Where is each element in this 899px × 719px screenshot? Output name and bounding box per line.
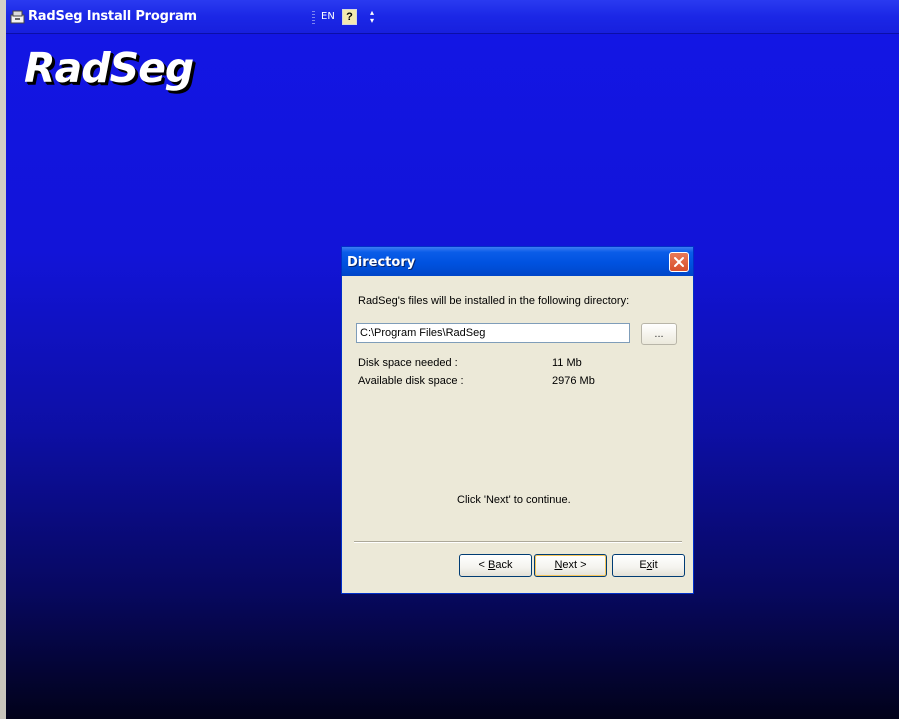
window-edge [0,0,6,719]
install-message: RadSeg's files will be installed in the … [358,295,630,307]
dialog-title: Directory [347,255,416,270]
dialog-titlebar[interactable]: Directory [342,247,693,276]
exit-button-label: it [652,559,658,571]
exit-button[interactable]: Exit [612,554,685,577]
drag-handle[interactable] [312,11,315,24]
close-icon [674,257,684,267]
disk-space-needed-label: Disk space needed : [358,357,458,369]
language-code[interactable]: EN [321,11,335,22]
divider [354,541,682,543]
help-icon[interactable]: ? [342,9,357,25]
continue-message: Click 'Next' to continue. [457,494,571,506]
available-disk-space-value: 2976 Mb [552,375,595,387]
options-arrow-icon[interactable]: ▴ ▾ [370,9,376,25]
next-button[interactable]: Next > [534,554,607,577]
language-bar[interactable]: EN ? ▴ ▾ [312,8,382,26]
app-logo: RadSeg [24,44,194,92]
app-title: RadSeg Install Program [28,9,197,24]
directory-dialog: Directory RadSeg's files will be install… [341,246,694,594]
back-button[interactable]: < Back [459,554,532,577]
next-button-label: ext > [562,559,587,571]
browse-button[interactable]: ... [641,323,677,345]
available-disk-space-label: Available disk space : [358,375,464,387]
exit-button-label-prefix: E [639,559,647,571]
installer-icon [10,10,26,24]
close-button[interactable] [669,252,689,272]
back-button-label: ack [495,559,513,571]
dialog-body: RadSeg's files will be installed in the … [344,276,691,591]
back-button-label-prefix: < [478,559,488,571]
install-path-input[interactable] [356,323,630,343]
app-titlebar: RadSeg Install Program EN ? ▴ ▾ [6,0,899,34]
disk-space-needed-value: 11 Mb [552,357,582,369]
